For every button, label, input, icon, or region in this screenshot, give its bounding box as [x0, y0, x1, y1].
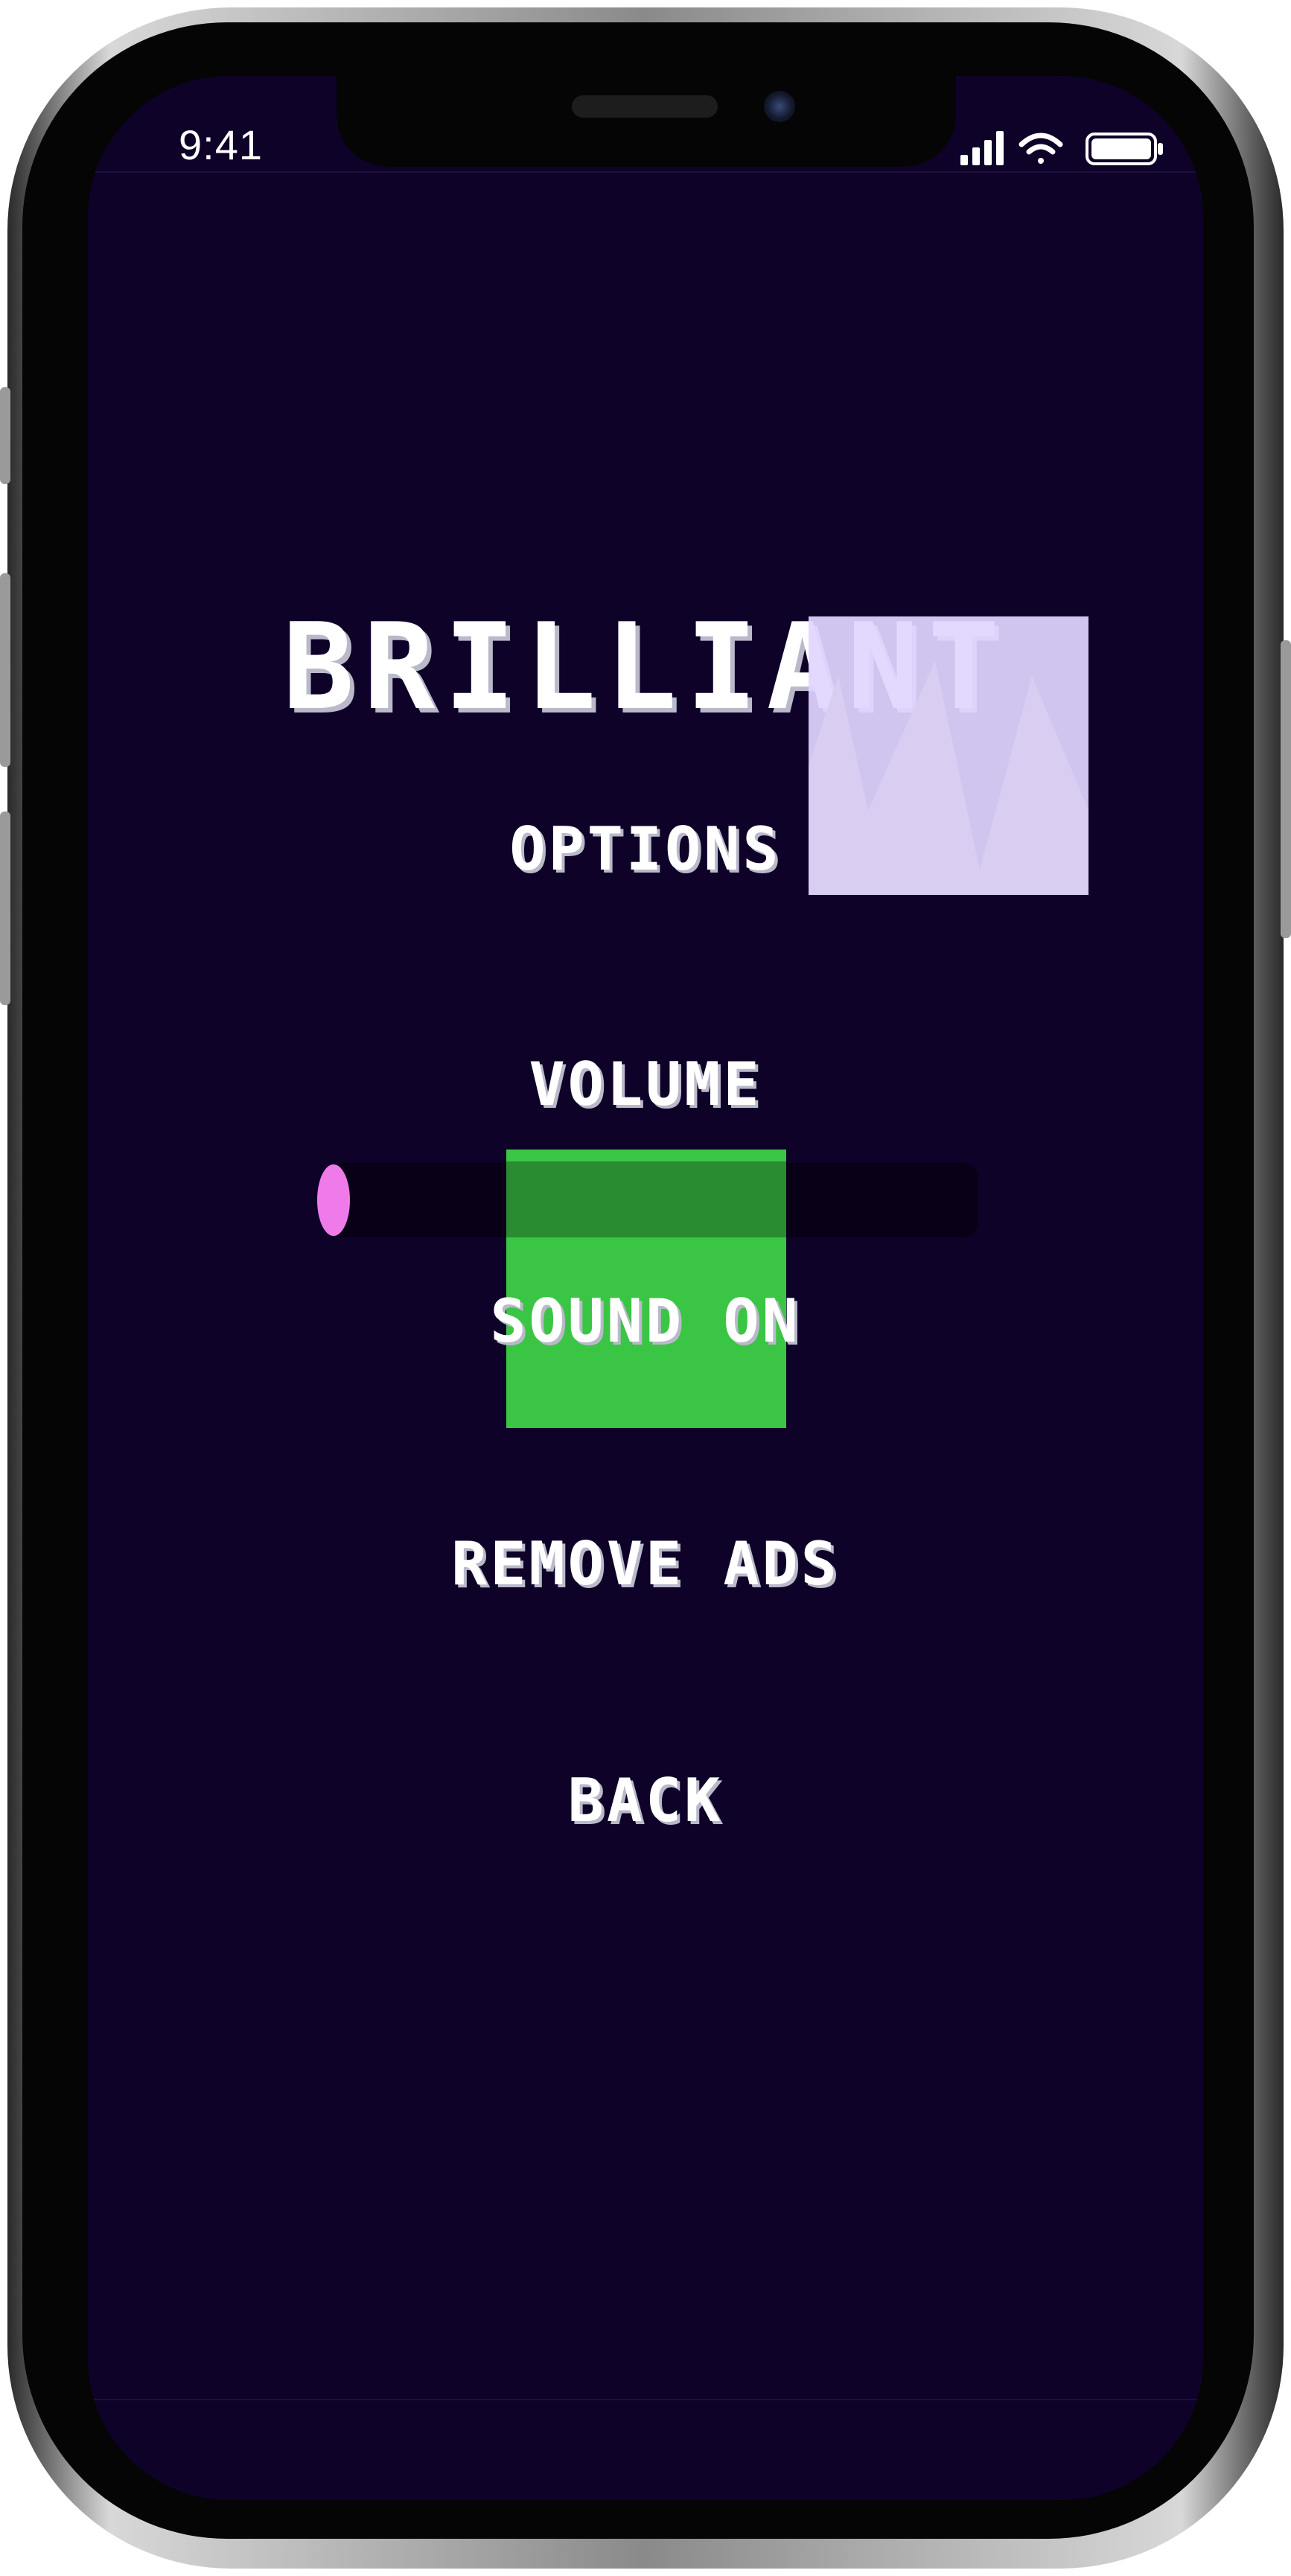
game-screen: 9:41 BRILLIANT OPTIONS VOLUME SOUND ON R… — [88, 76, 1203, 2500]
front-camera — [764, 91, 795, 122]
status-time: 9:41 — [179, 121, 263, 168]
volume-down-button — [0, 812, 10, 1005]
battery-icon — [1086, 133, 1163, 165]
notch — [337, 76, 956, 167]
debug-overlay-box — [809, 616, 1088, 895]
bottom-divider — [88, 2399, 1203, 2400]
sound-toggle-button[interactable]: SOUND ON — [88, 1287, 1203, 1356]
status-icons — [960, 131, 1163, 165]
sound-toggle-box-edge — [506, 1150, 786, 1161]
power-button — [1281, 640, 1291, 938]
wifi-icon — [1019, 133, 1063, 164]
top-divider — [88, 171, 1203, 173]
volume-up-button — [0, 573, 10, 767]
speaker-grille — [572, 95, 718, 118]
phone-mockup: 9:41 BRILLIANT OPTIONS VOLUME SOUND ON R… — [0, 0, 1291, 2576]
sound-toggle-box-shade — [506, 1150, 786, 1237]
remove-ads-button[interactable]: REMOVE ADS — [88, 1529, 1203, 1598]
back-button[interactable]: BACK — [88, 1766, 1203, 1835]
cellular-signal-icon — [960, 131, 1004, 165]
volume-label: VOLUME — [529, 1050, 762, 1119]
overlay-shape — [809, 661, 1088, 895]
volume-slider-knob[interactable] — [317, 1164, 350, 1236]
mute-switch — [0, 387, 10, 484]
